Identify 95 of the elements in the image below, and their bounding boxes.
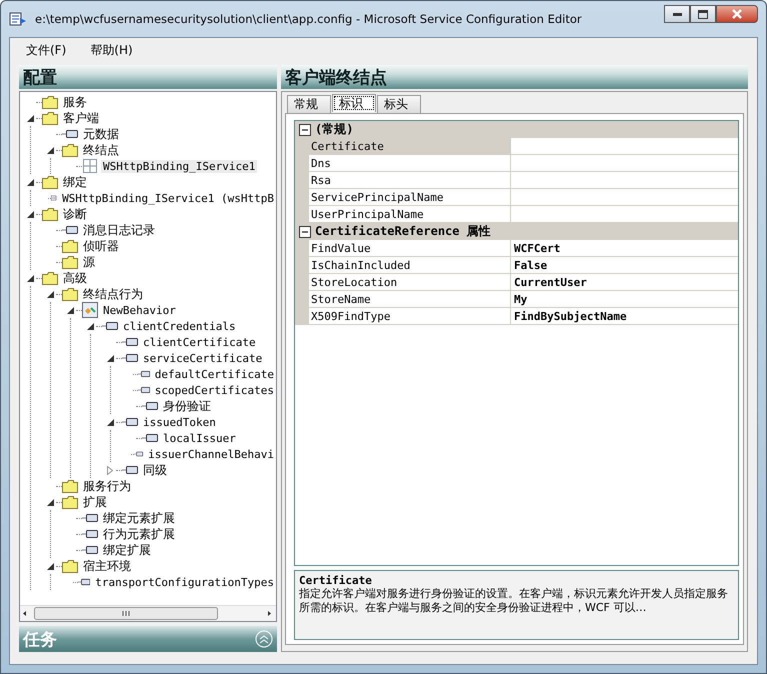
expanded-triangle-icon[interactable] <box>26 114 34 122</box>
tree-item[interactable]: 服务行为 <box>81 478 133 494</box>
description-text: 指定允许客户端对服务进行身份验证的设置。在客户端，标识元素允许开发人员指定服务所需的标识。在客户端与服务之间的安全身份验证进程中，WCF 可以… <box>299 587 729 615</box>
tasks-title: 任务 <box>23 628 57 650</box>
app-icon <box>9 10 27 28</box>
tree-item[interactable]: 宿主环境 <box>81 558 133 574</box>
expanded-triangle-icon[interactable] <box>26 210 34 218</box>
property-name[interactable]: UserPrincipalName <box>309 206 511 223</box>
folder-icon <box>42 176 58 188</box>
property-value[interactable]: WCFCert <box>511 240 738 257</box>
minimize-button[interactable] <box>664 5 690 23</box>
property-name[interactable]: Dns <box>309 155 511 172</box>
tree-item[interactable]: issuedToken <box>141 416 218 428</box>
tree-item[interactable]: 客户端 <box>61 110 101 126</box>
tree-item[interactable]: WSHttpBinding_IService1 (wsHttpB <box>60 192 276 204</box>
maximize-icon <box>698 10 708 18</box>
property-value[interactable]: FindBySubjectName <box>511 308 738 325</box>
folder-icon <box>42 96 58 108</box>
expanded-triangle-icon[interactable] <box>46 498 54 506</box>
property-name[interactable]: ServicePrincipalName <box>309 189 511 206</box>
expanded-triangle-icon[interactable] <box>46 146 54 154</box>
panel-header: 配置 <box>19 65 277 89</box>
tree-item[interactable]: 终结点行为 <box>81 286 145 302</box>
folder-icon <box>62 144 78 156</box>
tree-item[interactable]: 终结点 <box>81 142 121 158</box>
folder-icon <box>42 208 58 220</box>
tree-item[interactable]: 服务 <box>61 94 89 110</box>
tree-item[interactable]: 源 <box>81 254 97 270</box>
tree-item[interactable]: clientCredentials <box>121 320 238 332</box>
folder-icon <box>62 480 78 492</box>
tree-item[interactable]: transportConfigurationTypes <box>93 576 276 588</box>
tree-item[interactable]: 同级 <box>141 462 169 478</box>
folder-icon <box>42 112 58 124</box>
folder-icon <box>62 256 78 268</box>
collapse-icon[interactable] <box>299 226 311 238</box>
folder-icon <box>62 240 78 252</box>
expanded-triangle-icon[interactable] <box>46 290 54 298</box>
tree-item[interactable]: 诊断 <box>61 206 89 222</box>
property-name[interactable]: StoreLocation <box>309 274 511 291</box>
folder-icon <box>62 288 78 300</box>
category-label: (常规) <box>315 121 354 138</box>
property-value[interactable]: My <box>511 291 738 308</box>
tree-item[interactable]: 绑定元素扩展 <box>101 510 177 526</box>
property-name[interactable]: IsChainIncluded <box>309 257 511 274</box>
tree-item[interactable]: 身份验证 <box>161 398 213 414</box>
tree-item[interactable]: 消息日志记录 <box>81 222 157 238</box>
folder-icon <box>62 496 78 508</box>
property-name[interactable]: Rsa <box>309 172 511 189</box>
property-value[interactable]: CurrentUser <box>511 274 738 291</box>
panel-header: 客户端终结点 <box>281 65 748 89</box>
expanded-triangle-icon[interactable] <box>46 562 54 570</box>
behavior-icon <box>82 302 98 318</box>
close-button[interactable] <box>716 5 758 23</box>
tree-item[interactable]: serviceCertificate <box>141 352 264 364</box>
menu-item[interactable]: 帮助(H) <box>82 40 141 60</box>
tab[interactable]: 标识 <box>332 94 376 112</box>
collapse-icon[interactable] <box>299 124 311 136</box>
tree-item[interactable]: defaultCertificate <box>152 368 276 380</box>
expanded-triangle-icon[interactable] <box>86 322 94 330</box>
expanded-triangle-icon[interactable] <box>26 274 34 282</box>
maximize-button[interactable] <box>690 5 716 23</box>
tree-item[interactable]: 元数据 <box>81 126 121 142</box>
node-icon <box>134 449 144 459</box>
tree-item[interactable]: localIssuer <box>161 432 238 444</box>
description-title: Certificate <box>299 574 373 587</box>
property-value[interactable]: False <box>511 257 738 274</box>
property-name[interactable]: FindValue <box>309 240 511 257</box>
folder-icon <box>42 272 58 284</box>
tab[interactable]: 常规 <box>287 95 331 113</box>
grid-icon <box>82 158 98 174</box>
tree-item[interactable]: 侦听器 <box>81 238 121 254</box>
close-icon <box>731 9 743 19</box>
folder-icon <box>62 560 78 572</box>
tab[interactable]: 标头 <box>377 95 421 113</box>
tree-item[interactable]: 扩展 <box>81 494 109 510</box>
category-label: CertificateReference 属性 <box>315 223 491 240</box>
tree-item[interactable]: 绑定扩展 <box>101 542 153 558</box>
expanded-triangle-icon[interactable] <box>26 178 34 186</box>
menu-item[interactable]: 文件(F) <box>18 40 74 60</box>
tree-item[interactable]: WSHttpBinding_IService1 <box>101 160 258 172</box>
tree-item[interactable]: clientCertificate <box>141 336 258 348</box>
property-name[interactable]: StoreName <box>309 291 511 308</box>
tree-item[interactable]: 行为元素扩展 <box>101 526 177 542</box>
tree-item[interactable]: scopedCertificates <box>152 384 276 396</box>
collapsed-triangle-icon[interactable] <box>107 466 113 474</box>
tree-item[interactable]: issuerChannelBehavi <box>146 448 276 460</box>
expanded-triangle-icon[interactable] <box>66 306 74 314</box>
tree-item[interactable]: 绑定 <box>61 174 89 190</box>
window-title: e:\temp\wcfusernamesecuritysolution\client\app.config - Microsoft Service Configuration Editor <box>35 12 583 26</box>
expanded-triangle-icon[interactable] <box>106 354 114 362</box>
property-name[interactable]: X509FindType <box>309 308 511 325</box>
tree-item[interactable]: NewBehavior <box>101 304 178 316</box>
minimize-icon <box>672 12 682 16</box>
expanded-triangle-icon[interactable] <box>106 418 114 426</box>
tree-item[interactable]: 高级 <box>61 270 89 286</box>
